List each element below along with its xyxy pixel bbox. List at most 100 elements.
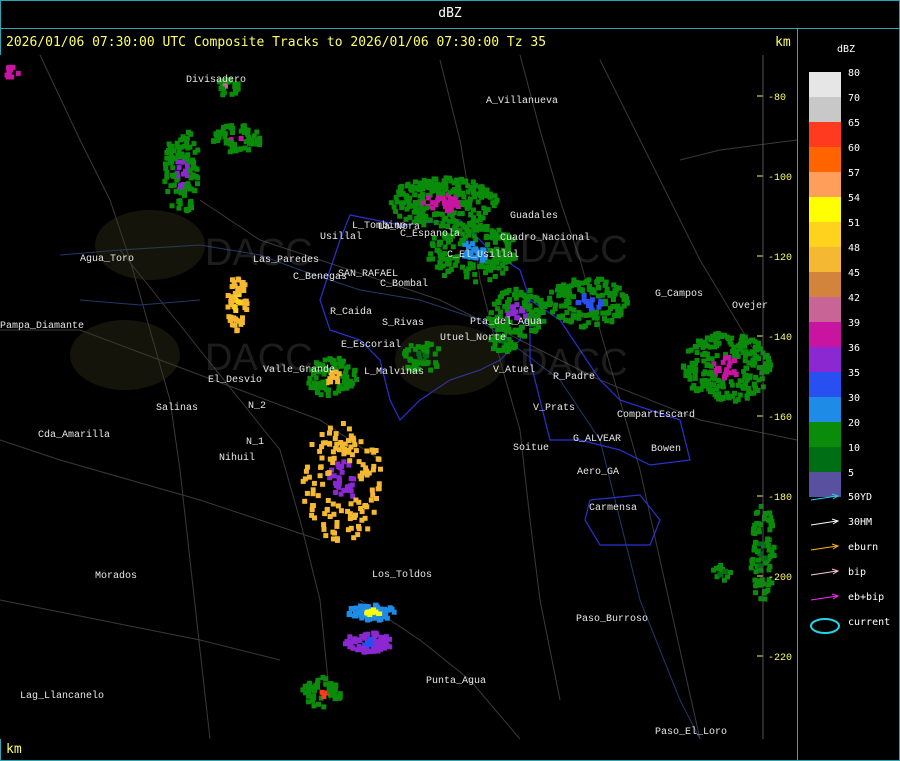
echo-cell — [400, 191, 406, 197]
echo-cell — [442, 244, 448, 250]
echo-cell — [742, 358, 748, 364]
echo-cell — [755, 557, 761, 563]
echo-cell — [771, 544, 777, 550]
echo-cell — [178, 137, 184, 143]
echo-cell — [367, 639, 373, 645]
echo-cell — [687, 376, 693, 382]
track-label: eb+bip — [848, 592, 885, 603]
echo-cell — [430, 241, 436, 247]
echo-cell — [191, 141, 197, 147]
echo-cell — [232, 322, 238, 328]
echo-cell — [571, 294, 576, 300]
echo-cell — [737, 392, 743, 398]
echo-cell — [547, 295, 553, 301]
echo-cell — [725, 574, 730, 580]
echo-cell — [355, 647, 361, 653]
echo-cell — [345, 364, 351, 370]
echo-cell — [229, 91, 235, 97]
echo-cell — [435, 247, 441, 253]
track-label: eburn — [848, 542, 879, 553]
current-label: current — [848, 617, 891, 628]
place-label: C_Bombal — [380, 278, 428, 290]
echo-cell — [327, 425, 333, 431]
echo-cell — [371, 607, 376, 613]
echo-cell — [492, 273, 498, 279]
echo-cell — [349, 482, 355, 488]
echo-cell — [338, 440, 344, 445]
echo-cell — [420, 200, 426, 206]
radar-map[interactable]: DACC DACC DACC DACC DivisaderoA_Villanue… — [0, 55, 797, 739]
echo-cell — [729, 335, 735, 341]
echo-cell — [232, 304, 238, 310]
echo-cell — [235, 288, 241, 294]
echo-cell — [242, 298, 248, 304]
echo-cell — [244, 307, 250, 312]
echo-cell — [746, 339, 752, 344]
echo-cell — [169, 203, 175, 209]
echo-cell — [754, 578, 760, 584]
echo-cell — [420, 195, 426, 201]
place-label: Pampa_Diamante — [0, 320, 84, 332]
echo-cell — [378, 466, 383, 472]
echo-cell — [526, 294, 532, 300]
scale-label-36: 36 — [848, 343, 861, 354]
echo-cell — [417, 187, 423, 193]
echo-cell — [333, 480, 339, 486]
echo-cell — [428, 367, 434, 373]
place-label: Divisadero — [186, 74, 246, 86]
echo-cell — [300, 478, 306, 484]
scale-label-60: 60 — [848, 143, 861, 154]
echo-cell — [479, 226, 485, 232]
echo-cell — [496, 265, 502, 271]
echo-cell — [723, 569, 728, 574]
echo-cell — [334, 523, 340, 529]
echo-cell — [436, 346, 442, 352]
echo-cell — [238, 321, 244, 327]
echo-cell — [692, 343, 698, 349]
echo-cell — [309, 442, 315, 447]
echo-cell — [591, 290, 597, 295]
place-label: Morados — [95, 570, 137, 582]
echo-cell — [358, 439, 364, 445]
echo-cell — [313, 682, 319, 688]
place-label: G_ALVEAR — [573, 434, 621, 445]
echo-cell — [428, 251, 434, 257]
echo-cell — [443, 175, 449, 181]
echo-cell — [595, 279, 601, 284]
echo-cell — [320, 481, 326, 487]
echo-cell — [353, 497, 359, 503]
echo-cell — [611, 282, 617, 288]
km-unit-top: km — [775, 35, 791, 50]
scale-swatch-20 — [809, 422, 841, 447]
echo-cell — [765, 543, 771, 548]
echo-cell — [351, 515, 357, 520]
echo-cell — [583, 312, 589, 318]
echo-cell — [426, 256, 432, 262]
echo-cell — [339, 469, 345, 475]
place-label: Carmensa — [589, 503, 637, 514]
echo-cell — [423, 344, 429, 350]
echo-cell — [235, 86, 241, 92]
echo-cell — [356, 526, 362, 532]
place-label: Salinas — [156, 402, 198, 414]
echo-cell — [353, 613, 359, 619]
echo-cell — [304, 490, 310, 496]
echo-cell — [238, 146, 244, 152]
echo-cell — [345, 508, 351, 514]
echo-cell — [471, 233, 477, 239]
echo-cell — [227, 149, 233, 155]
echo-cell — [469, 241, 475, 247]
echo-cell — [727, 360, 733, 366]
echo-cell — [766, 547, 772, 553]
echo-cell — [322, 511, 328, 517]
echo-cell — [534, 296, 540, 302]
scale-label-45: 45 — [848, 268, 861, 279]
echo-cell — [500, 347, 506, 353]
echo-cell — [347, 611, 352, 617]
echo-cell — [463, 268, 469, 274]
echo-cell — [420, 211, 426, 217]
echo-cell — [336, 475, 342, 481]
scale-label-20: 20 — [848, 418, 861, 429]
echo-cell — [617, 311, 622, 317]
echo-cell — [759, 577, 765, 583]
